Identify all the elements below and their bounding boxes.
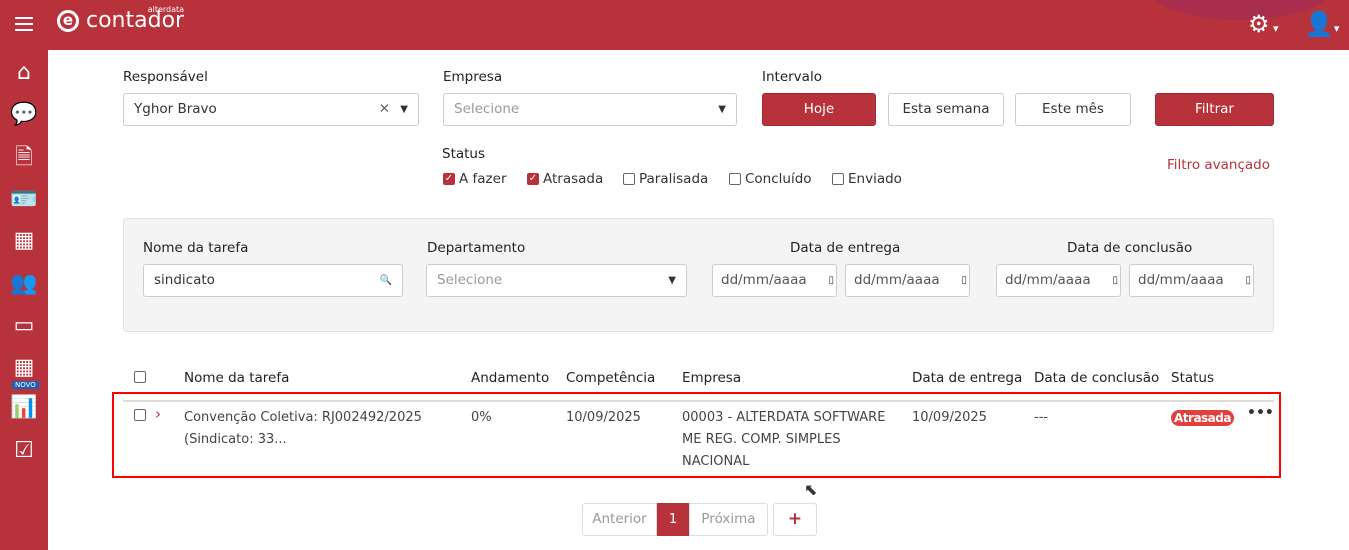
calendar-icon[interactable]: ▯ — [1245, 265, 1251, 296]
column-header[interactable]: Status — [1171, 370, 1214, 386]
add-button[interactable]: + — [773, 503, 817, 536]
calendar-icon[interactable]: ▯ — [961, 265, 967, 296]
este-mes-button[interactable]: Este mês — [1015, 93, 1131, 126]
document-icon[interactable]: 🗎 — [9, 143, 39, 173]
users-icon[interactable]: 👥 — [9, 269, 39, 299]
search-icon: 🔍 — [379, 275, 392, 286]
filtrar-button[interactable]: Filtrar — [1155, 93, 1274, 126]
chevron-down-icon: ▼ — [400, 104, 408, 115]
empresa-select[interactable]: Selecione ▼ — [443, 93, 737, 126]
date-input[interactable]: dd/mm/aaaa ▯ — [1129, 264, 1254, 297]
departamento-select[interactable]: Selecione ▼ — [426, 264, 687, 297]
menu-icon[interactable] — [15, 17, 33, 35]
filtro-avancado-link[interactable]: Filtro avançado — [1167, 157, 1270, 173]
responsavel-select[interactable]: Yghor Bravo ✕ ▼ — [123, 93, 419, 126]
date-input[interactable]: dd/mm/aaaa ▯ — [845, 264, 970, 297]
status-checkbox[interactable]: ✓ A fazer — [443, 171, 507, 187]
calculator-icon[interactable]: ▦ — [9, 353, 39, 383]
responsavel-label: Responsável — [123, 69, 208, 85]
hoje-button[interactable]: Hoje — [762, 93, 876, 126]
departamento-label: Departamento — [427, 240, 526, 256]
status-checkbox[interactable]: ✓ Atrasada — [527, 171, 603, 187]
page-1-button[interactable]: 1 — [657, 503, 689, 536]
next-page-button[interactable]: Próxima — [689, 503, 768, 536]
highlight-box — [112, 392, 1281, 478]
chat-icon[interactable]: 💬 — [9, 100, 39, 130]
home-icon[interactable]: ⌂ — [9, 58, 39, 88]
id-card-icon[interactable]: 🪪 — [9, 185, 39, 215]
status-checkbox[interactable]: Paralisada — [623, 171, 708, 187]
logo[interactable]: e contador alterdata — [57, 5, 184, 33]
status-checkbox[interactable]: Concluído — [729, 171, 812, 187]
select-all-checkbox[interactable] — [134, 371, 146, 383]
top-bar: e contador alterdata ⚙ ▾ 👤▾ — [0, 0, 1349, 50]
data-conclusao-label: Data de conclusão — [1067, 240, 1193, 256]
calendar-icon[interactable]: ▯ — [1112, 265, 1118, 296]
esta-semana-button[interactable]: Esta semana — [888, 93, 1004, 126]
credit-card-icon[interactable]: ▭ — [9, 311, 39, 341]
building-icon[interactable]: ▦ — [9, 226, 39, 256]
column-header[interactable]: Andamento — [471, 370, 549, 386]
status-label: Status — [442, 146, 486, 162]
chevron-down-icon: ▼ — [668, 275, 676, 286]
calendar-icon[interactable]: ▯ — [828, 265, 834, 296]
previous-page-button[interactable]: Anterior — [582, 503, 657, 536]
data-entrega-label: Data de entrega — [790, 240, 901, 256]
intervalo-label: Intervalo — [762, 69, 822, 85]
gear-icon[interactable]: ⚙ ▾ — [1248, 10, 1279, 38]
column-header[interactable]: Competência — [566, 370, 655, 386]
date-input[interactable]: dd/mm/aaaa ▯ — [996, 264, 1121, 297]
nome-tarefa-label: Nome da tarefa — [143, 240, 249, 256]
clear-icon[interactable]: ✕ — [379, 94, 390, 125]
date-input[interactable]: dd/mm/aaaa ▯ — [712, 264, 837, 297]
sidebar: ⌂ 💬 🗎 🪪 ▦ 👥 ▭ ▦ 📊 ☑ NOVO — [0, 50, 48, 550]
column-header[interactable]: Data de conclusão — [1034, 370, 1159, 386]
empresa-label: Empresa — [443, 69, 503, 85]
chevron-down-icon: ▼ — [718, 104, 726, 115]
novo-badge: NOVO — [12, 381, 39, 389]
checkbox-icon[interactable]: ☑ — [9, 436, 39, 466]
column-header[interactable]: Nome da tarefa — [184, 370, 289, 386]
nome-tarefa-input[interactable]: sindicato 🔍 — [143, 264, 403, 297]
mouse-cursor: ⬉ — [804, 480, 818, 499]
bar-chart-icon[interactable]: 📊 — [9, 393, 39, 423]
user-icon[interactable]: 👤▾ — [1304, 10, 1339, 38]
column-header[interactable]: Empresa — [682, 370, 741, 386]
status-checkbox[interactable]: Enviado — [832, 171, 902, 187]
column-header[interactable]: Data de entrega — [912, 370, 1022, 386]
